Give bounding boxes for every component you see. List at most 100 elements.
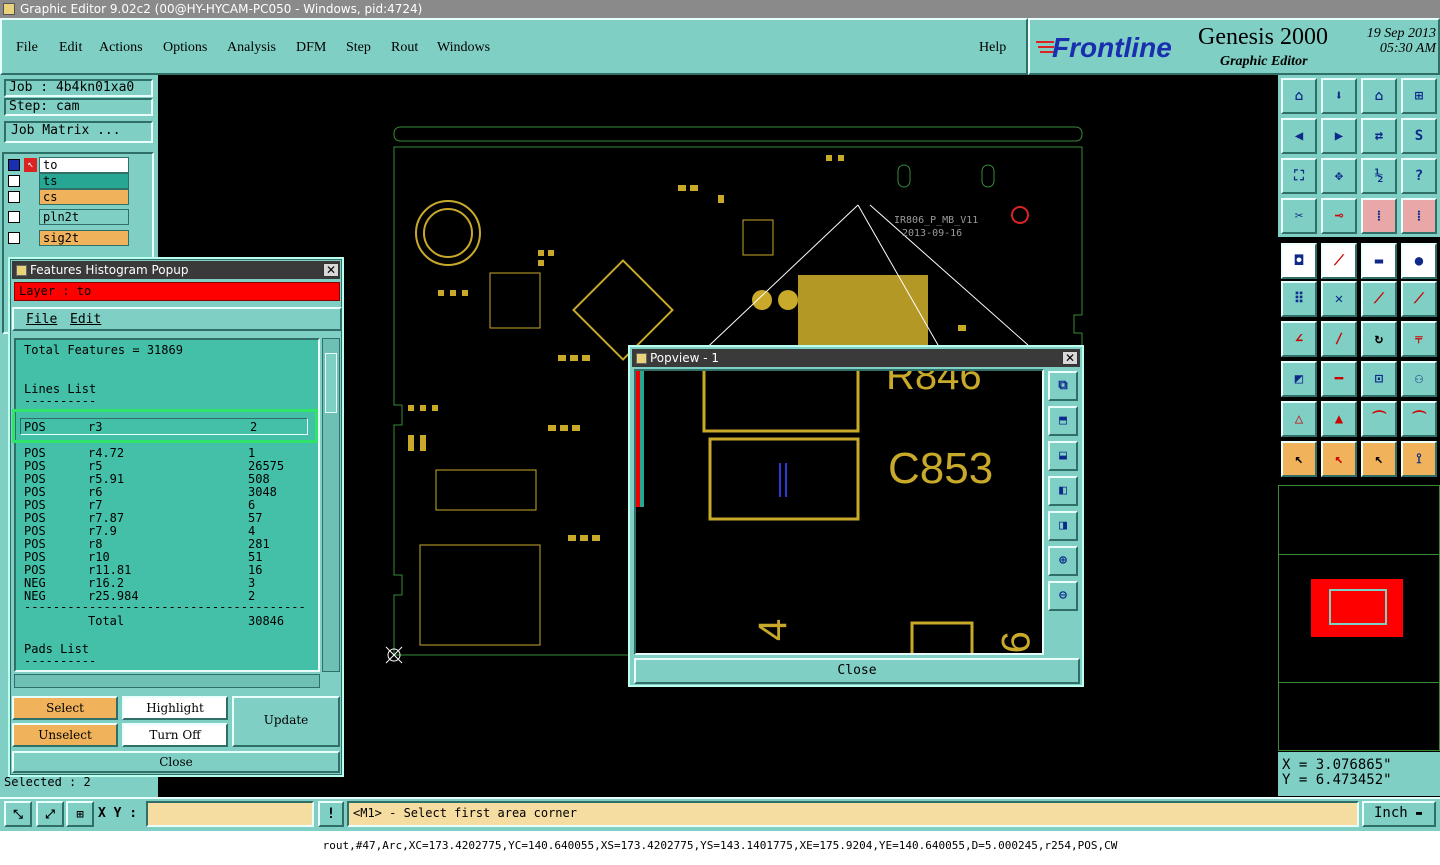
overview-map[interactable] (1278, 485, 1440, 751)
move-icon[interactable]: ⟋ (1321, 243, 1357, 279)
grid-mode-icon[interactable]: ⤢ (36, 801, 64, 827)
alert-icon[interactable]: ! (318, 801, 344, 827)
histogram-row[interactable]: POS r6 3048 (24, 486, 304, 499)
popup-menu-file[interactable]: File (26, 312, 57, 327)
histogram-row[interactable]: POS r8 281 (24, 538, 304, 551)
zoom-out-icon[interactable]: ⊖ (1048, 581, 1078, 611)
scroll-thumb[interactable] (325, 353, 337, 413)
popup-title: Features Histogram Popup (30, 263, 189, 277)
close-icon[interactable]: ✕ (323, 263, 339, 277)
mirror-icon[interactable]: ⫧ (1401, 321, 1437, 357)
net-select-icon[interactable]: ⁞ (1401, 198, 1437, 234)
help-icon[interactable]: ? (1401, 158, 1437, 194)
zoom-home-icon[interactable]: ⬇ (1321, 78, 1357, 114)
histogram-row[interactable]: POS r7.87 57 (24, 512, 304, 525)
histogram-row[interactable]: POS r11.81 16 (24, 564, 304, 577)
vertical-scrollbar[interactable] (322, 338, 340, 672)
zoom-window-icon[interactable]: ⧉ (1048, 371, 1078, 401)
swap-icon[interactable]: ⇄ (1361, 118, 1397, 154)
line-alt-icon[interactable]: ⟋ (1401, 281, 1437, 317)
pointer-box-icon[interactable]: ↖ (1321, 441, 1357, 477)
slash-icon[interactable]: ∕ (1321, 321, 1357, 357)
group-icon[interactable]: ⚇ (1401, 361, 1437, 397)
connect-icon[interactable]: ⠿ (1281, 281, 1317, 317)
redraw-icon[interactable]: S (1401, 118, 1437, 154)
arch-alt-icon[interactable]: ⏜ (1401, 401, 1437, 437)
add-feature-icon[interactable]: ◘ (1281, 243, 1317, 279)
overview-viewport[interactable] (1329, 589, 1387, 625)
popup-menu-bar: File Edit (12, 307, 342, 331)
popup-menu-edit[interactable]: Edit (70, 312, 101, 327)
popview-canvas[interactable]: R846 C853 4 9 (634, 369, 1044, 655)
menu-options[interactable]: Options (163, 40, 207, 56)
close-button[interactable]: Close (12, 751, 340, 773)
cut-line-icon[interactable]: ━ (1321, 361, 1357, 397)
angle-icon[interactable]: ∠ (1281, 321, 1317, 357)
menu-dfm[interactable]: DFM (296, 40, 326, 56)
histogram-row[interactable]: POS r7 6 (24, 499, 304, 512)
arch-icon[interactable]: ⏜ (1361, 401, 1397, 437)
menu-windows[interactable]: Windows (437, 40, 490, 56)
pointer-icon[interactable]: ↖ (1281, 441, 1317, 477)
pan-down-icon[interactable]: ⬓ (1048, 441, 1078, 471)
menu-help[interactable]: Help (979, 40, 1006, 56)
close-icon[interactable]: ✕ (1062, 351, 1078, 365)
job-matrix-button[interactable]: Job Matrix ... (4, 121, 153, 143)
split-view-icon[interactable]: ⊞ (1401, 78, 1437, 114)
pan-right-icon[interactable]: ◨ (1048, 511, 1078, 541)
measure-icon[interactable]: ✂ (1281, 198, 1317, 234)
layer-checkbox[interactable] (8, 159, 20, 171)
horizontal-scrollbar[interactable] (14, 674, 320, 688)
building-icon[interactable]: ⌂ (1361, 78, 1397, 114)
prompt-field: <M1> - Select first area corner (347, 801, 1359, 827)
menu-rout[interactable]: Rout (391, 40, 418, 56)
select-button[interactable]: Select (12, 696, 118, 720)
rotate-icon[interactable]: ↻ (1361, 321, 1397, 357)
resize-icon[interactable]: ⊡ (1361, 361, 1397, 397)
histogram-row[interactable]: POS r10 51 (24, 551, 304, 564)
layer-checkbox[interactable] (8, 191, 20, 203)
fit-icon[interactable]: ⛶ (1281, 158, 1317, 194)
pan-right-icon[interactable]: ▶ (1321, 118, 1357, 154)
layer-checkbox[interactable] (8, 175, 20, 187)
one-to-two-icon[interactable]: ½ (1361, 158, 1397, 194)
board-label: IR806_P_MB_V11 (894, 215, 978, 226)
popview-close-button[interactable]: Close (634, 658, 1080, 684)
selected-count: Selected : 2 (4, 775, 91, 789)
pad-icon[interactable]: ● (1401, 243, 1437, 279)
pan-up-icon[interactable]: ⬒ (1048, 406, 1078, 436)
menu-file[interactable]: File (16, 40, 38, 56)
popview-toolbar: ⧉ ⬒ ⬓ ◧ ◨ ⊕ ⊖ (1046, 369, 1080, 655)
probe-icon[interactable]: ⊸ (1321, 198, 1357, 234)
highlight-button[interactable]: Highlight (122, 696, 228, 720)
home-icon[interactable]: ⌂ (1281, 78, 1317, 114)
unselect-button[interactable]: Unselect (12, 723, 118, 747)
ruler-icon[interactable]: ▬ (1361, 243, 1397, 279)
update-button[interactable]: Update (232, 696, 340, 747)
delete-icon[interactable]: ✕ (1321, 281, 1357, 317)
route-icon[interactable]: ⟟ (1401, 441, 1437, 477)
layer-checkbox[interactable] (8, 211, 20, 223)
histogram-row-selected[interactable]: POS r3 2 (20, 418, 308, 435)
menu-edit[interactable]: Edit (59, 40, 82, 56)
snap-icon[interactable]: ◩ (1281, 361, 1317, 397)
pointer-arrow-icon[interactable]: ↖ (1361, 441, 1397, 477)
triangle-icon[interactable]: △ (1281, 401, 1317, 437)
menu-actions[interactable]: Actions (99, 40, 143, 56)
xy-input[interactable] (146, 801, 314, 827)
turn-off-button[interactable]: Turn Off (122, 723, 228, 747)
triangle-alt-icon[interactable]: ▲ (1321, 401, 1357, 437)
histogram-row[interactable]: NEG r16.2 3 (24, 577, 304, 590)
menu-analysis[interactable]: Analysis (227, 40, 276, 56)
pan-left-icon[interactable]: ◧ (1048, 476, 1078, 506)
layer-checkbox[interactable] (8, 232, 20, 244)
snap-mode-icon[interactable]: ⤡ (4, 801, 32, 827)
net-icon[interactable]: ⁞ (1361, 198, 1397, 234)
zoom-in-icon[interactable]: ⊕ (1048, 546, 1078, 576)
menu-step[interactable]: Step (346, 40, 371, 56)
line-icon[interactable]: ⟋ (1361, 281, 1397, 317)
center-icon[interactable]: ✥ (1321, 158, 1357, 194)
unit-selector[interactable]: Inch ▬ (1362, 801, 1436, 827)
pan-left-icon[interactable]: ◀ (1281, 118, 1317, 154)
grid-icon[interactable]: ⊞ (66, 801, 94, 827)
